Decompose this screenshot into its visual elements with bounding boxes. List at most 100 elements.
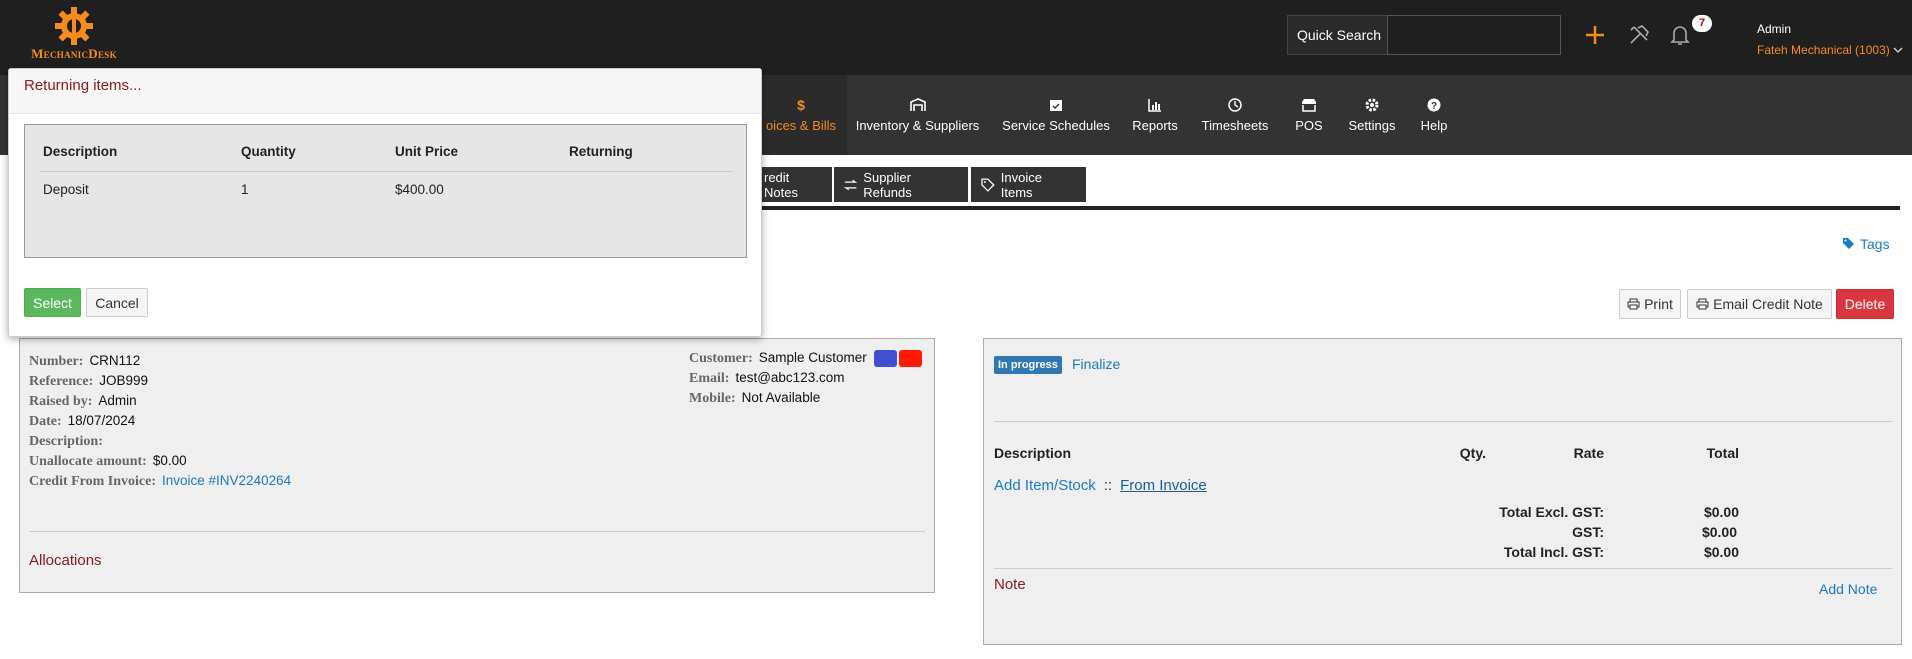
dollar-icon: $	[797, 97, 805, 113]
nav-label: Inventory & Suppliers	[855, 118, 980, 133]
raised-by-label: Raised by:	[29, 394, 93, 409]
nav-label: Settings	[1348, 118, 1396, 133]
raised-by-field: Raised by: Admin	[29, 393, 137, 410]
cancel-button[interactable]: Cancel	[86, 288, 148, 317]
gst-value: $0.00	[1701, 524, 1737, 540]
mobile-field: Mobile: Not Available	[689, 390, 820, 407]
unallocate-value: $0.00	[152, 453, 187, 468]
date-label: Date:	[29, 414, 62, 429]
credit-from-invoice-link[interactable]: Invoice #INV2240264	[162, 473, 291, 488]
button-label: Email Credit Note	[1713, 296, 1823, 312]
nav-pos[interactable]: POS	[1290, 75, 1328, 155]
mobile-value: Not Available	[741, 390, 821, 405]
number-value: CRN112	[89, 353, 141, 368]
customer-value[interactable]: Sample Customer	[759, 350, 867, 365]
tags-link[interactable]: Tags	[1842, 236, 1890, 252]
divider	[994, 421, 1892, 422]
from-invoice-link[interactable]: From Invoice	[1120, 477, 1207, 494]
company-selector[interactable]: Fateh Mechanical (1003)	[1757, 43, 1903, 57]
total-excl-gst-label: Total Excl. GST:	[1499, 504, 1604, 520]
nav-label: Service Schedules	[1002, 118, 1110, 133]
add-item-stock-link[interactable]: Add Item/Stock	[994, 477, 1096, 494]
nav-service-schedules[interactable]: Service Schedules	[997, 75, 1115, 155]
quick-search-input[interactable]	[1387, 15, 1561, 55]
logo-text: MechanicDesk	[31, 46, 117, 61]
add-note-link[interactable]: Add Note	[1819, 581, 1877, 597]
tab-supplier-refunds[interactable]: Supplier Refunds	[834, 167, 968, 202]
notification-count-badge: 7	[1692, 15, 1712, 32]
row-quantity: 1	[241, 182, 249, 197]
chevron-down-icon	[1893, 47, 1903, 53]
separator: ::	[1103, 477, 1113, 494]
customer-color-swatch-red[interactable]	[899, 350, 922, 367]
finalize-link[interactable]: Finalize	[1072, 356, 1120, 372]
divider	[40, 171, 733, 172]
nav-reports[interactable]: Reports	[1128, 75, 1182, 155]
delete-button[interactable]: Delete	[1836, 289, 1894, 319]
modal-header: Returning items...	[9, 69, 761, 114]
user-name[interactable]: Admin	[1757, 22, 1791, 36]
row-description: Deposit	[43, 182, 89, 197]
tab-label: Invoice Items	[1000, 169, 1042, 200]
gear-logo-icon	[54, 6, 94, 46]
nav-invoices-bills[interactable]: $ oices & Bills	[755, 75, 847, 155]
store-icon	[1301, 97, 1317, 113]
bell-icon[interactable]	[1665, 20, 1695, 50]
add-icon[interactable]	[1580, 20, 1610, 50]
tab-invoice-items[interactable]: Invoice Items	[971, 167, 1086, 202]
quick-search-label: Quick Search	[1287, 15, 1387, 55]
select-button[interactable]: Select	[24, 288, 81, 317]
number-label: Number:	[29, 354, 84, 369]
customer-field: Customer: Sample Customer	[689, 350, 867, 367]
column-header-total: Total	[1706, 445, 1739, 461]
tags-label: Tags	[1860, 236, 1890, 252]
tab-label: Supplier Refunds	[863, 169, 912, 200]
email-value: test@abc123.com	[735, 370, 845, 385]
print-button[interactable]: Print	[1619, 289, 1681, 319]
clock-icon	[1227, 97, 1243, 113]
credit-note-details-panel: Number: CRN112 Reference: JOB999 Raised by…	[19, 338, 935, 593]
gst-label: GST:	[1572, 524, 1604, 540]
description-field: Description:	[29, 433, 109, 450]
column-header-description: Description	[43, 144, 118, 159]
reference-label: Reference:	[29, 374, 94, 389]
allocations-heading: Allocations	[29, 552, 102, 569]
nav-help[interactable]: ? Help	[1416, 75, 1452, 155]
tab-divider	[760, 206, 1900, 210]
date-field: Date: 18/07/2024	[29, 413, 135, 430]
tags-icon	[1843, 238, 1854, 249]
nav-inventory-suppliers[interactable]: Inventory & Suppliers	[852, 75, 983, 155]
column-header-quantity: Quantity	[241, 144, 296, 159]
returning-items-table: Description Quantity Unit Price Returnin…	[24, 124, 747, 258]
nav-settings[interactable]: Settings	[1344, 75, 1400, 155]
nav-label: Help	[1420, 118, 1448, 133]
warehouse-icon	[909, 97, 926, 113]
credit-note-items-panel: In progress Finalize Description Qty. Ra…	[983, 338, 1902, 645]
date-value: 18/07/2024	[67, 413, 136, 428]
raised-by-value: Admin	[98, 393, 137, 408]
svg-text:?: ?	[1431, 101, 1437, 112]
divider	[994, 568, 1892, 569]
number-field: Number: CRN112	[29, 353, 140, 370]
nav-timesheets[interactable]: Timesheets	[1198, 75, 1272, 155]
status-badge: In progress	[994, 356, 1062, 374]
returning-items-modal: Returning items... Description Quantity …	[8, 68, 762, 337]
email-credit-note-button[interactable]: Email Credit Note	[1687, 289, 1832, 319]
tools-icon[interactable]	[1624, 20, 1654, 50]
description-label: Description:	[29, 434, 103, 449]
credit-from-label: Credit From Invoice:	[29, 474, 157, 489]
customer-color-swatch-blue[interactable]	[874, 350, 897, 367]
tag-icon	[981, 177, 995, 192]
email-field: Email: test@abc123.com	[689, 370, 844, 387]
add-item-row: Add Item/Stock:: From Invoice	[994, 477, 1207, 494]
column-header-rate: Rate	[1573, 445, 1604, 461]
divider	[29, 531, 925, 532]
bar-chart-icon	[1147, 97, 1163, 113]
tab-credit-notes[interactable]: redit Notes	[762, 167, 832, 202]
reference-field: Reference: JOB999	[29, 373, 148, 390]
question-icon: ?	[1426, 97, 1442, 113]
unallocate-amount-field: Unallocate amount: $0.00	[29, 453, 187, 470]
logo[interactable]: MechanicDesk	[18, 6, 130, 62]
modal-title: Returning items...	[24, 77, 142, 94]
customer-label: Customer:	[689, 351, 753, 366]
